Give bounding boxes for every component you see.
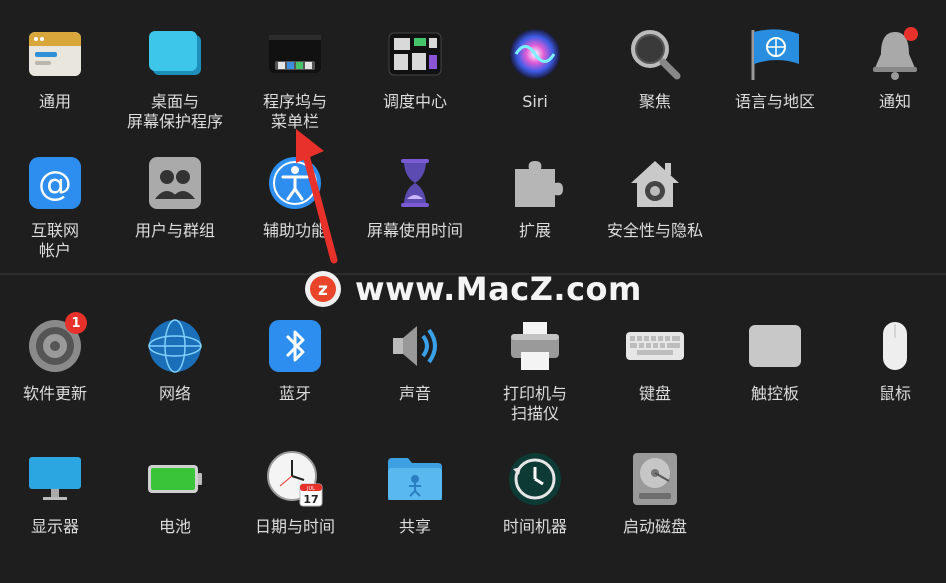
pane-label: 启动磁盘 xyxy=(622,517,687,536)
pane-label: 声音 xyxy=(398,384,431,403)
pane-label: 用户与群组 xyxy=(134,221,215,240)
date-time-icon: JUL 17 xyxy=(265,449,325,509)
sharing-icon xyxy=(385,449,445,509)
pane-label: 调度中心 xyxy=(382,92,447,111)
desktop-screensaver-icon xyxy=(145,24,205,84)
battery-icon xyxy=(145,449,205,509)
mouse-icon xyxy=(865,316,925,376)
pane-label: 时间机器 xyxy=(502,517,567,536)
watermark-text: www.MacZ.com xyxy=(355,270,642,308)
pane-label: 打印机与 扫描仪 xyxy=(502,384,567,423)
pane-displays[interactable]: 显示器 xyxy=(0,449,110,537)
pane-printers-scanners[interactable]: 打印机与 扫描仪 xyxy=(480,316,590,424)
screen-time-icon xyxy=(385,153,445,213)
software-update-icon: 1 xyxy=(25,312,87,376)
pane-startup-disk[interactable]: 启动磁盘 xyxy=(600,449,710,537)
pane-label: 网络 xyxy=(158,384,191,403)
pane-label: 鼠标 xyxy=(878,384,911,403)
pane-label: 触控板 xyxy=(750,384,799,403)
mission-control-icon xyxy=(385,24,445,84)
notifications-icon xyxy=(865,24,925,84)
pane-sharing[interactable]: 共享 xyxy=(360,449,470,537)
pane-trackpad[interactable]: 触控板 xyxy=(720,316,830,404)
internet-accounts-icon: @ xyxy=(25,153,85,213)
pane-label: 安全性与隐私 xyxy=(606,221,703,240)
update-count-badge: 1 xyxy=(65,312,87,334)
pane-general[interactable]: 通用 xyxy=(0,24,110,112)
watermark: z www.MacZ.com xyxy=(305,270,642,308)
pane-battery[interactable]: 电池 xyxy=(120,449,230,537)
pane-network[interactable]: 网络 xyxy=(120,316,230,404)
pane-security-privacy[interactable]: 安全性与隐私 xyxy=(600,153,710,241)
pane-label: 共享 xyxy=(398,517,431,536)
pane-siri[interactable]: Siri xyxy=(480,24,590,112)
pane-label: 桌面与 屏幕保护程序 xyxy=(126,92,223,131)
pane-label: 软件更新 xyxy=(22,384,87,403)
dock-menubar-icon xyxy=(265,24,325,84)
language-region-icon xyxy=(745,24,805,84)
time-machine-icon xyxy=(505,449,565,509)
pane-label: 键盘 xyxy=(638,384,671,403)
pane-screen-time[interactable]: 屏幕使用时间 xyxy=(360,153,470,241)
pane-date-time[interactable]: JUL 17 日期与时间 xyxy=(240,449,350,537)
pane-spotlight[interactable]: 聚焦 xyxy=(600,24,710,112)
pane-label: Siri xyxy=(522,92,548,111)
security-privacy-icon xyxy=(625,153,685,213)
bluetooth-icon xyxy=(265,316,325,376)
pane-mission-control[interactable]: 调度中心 xyxy=(360,24,470,112)
network-icon xyxy=(145,316,205,376)
pane-label: 互联网 帐户 xyxy=(30,221,79,260)
displays-icon xyxy=(25,449,85,509)
printers-scanners-icon xyxy=(505,316,565,376)
calendar-day: 17 xyxy=(303,493,318,506)
svg-text:@: @ xyxy=(38,164,72,204)
pane-label: 通知 xyxy=(878,92,911,111)
pane-label: 电池 xyxy=(158,517,191,536)
sound-icon xyxy=(385,316,445,376)
pane-software-update[interactable]: 1 软件更新 xyxy=(0,312,110,404)
pane-internet-accounts[interactable]: @ 互联网 帐户 xyxy=(0,153,110,261)
pane-sound[interactable]: 声音 xyxy=(360,316,470,404)
siri-icon xyxy=(505,24,565,84)
keyboard-icon xyxy=(625,316,685,376)
pane-label: 日期与时间 xyxy=(254,517,335,536)
pane-dock-menubar[interactable]: 程序坞与 菜单栏 xyxy=(240,24,350,132)
users-groups-icon xyxy=(145,153,205,213)
macz-logo-icon: z xyxy=(305,271,341,307)
pane-desktop-screensaver[interactable]: 桌面与 屏幕保护程序 xyxy=(120,24,230,132)
calendar-month: JUL xyxy=(306,486,315,492)
pane-label: 聚焦 xyxy=(638,92,671,111)
pane-mouse[interactable]: 鼠标 xyxy=(840,316,946,404)
pane-users-groups[interactable]: 用户与群组 xyxy=(120,153,230,241)
trackpad-icon xyxy=(745,316,805,376)
pane-keyboard[interactable]: 键盘 xyxy=(600,316,710,404)
pane-extensions[interactable]: 扩展 xyxy=(480,153,590,241)
pane-notifications[interactable]: 通知 xyxy=(840,24,946,112)
logo-letter: z xyxy=(318,280,328,300)
pane-bluetooth[interactable]: 蓝牙 xyxy=(240,316,350,404)
pane-label: 语言与地区 xyxy=(734,92,815,111)
pane-label: 通用 xyxy=(38,92,71,111)
pane-label: 显示器 xyxy=(30,517,79,536)
pane-time-machine[interactable]: 时间机器 xyxy=(480,449,590,537)
pane-label: 蓝牙 xyxy=(278,384,311,403)
pane-label: 屏幕使用时间 xyxy=(366,221,463,240)
red-arrow-icon xyxy=(296,129,338,264)
pane-language-region[interactable]: 语言与地区 xyxy=(720,24,830,112)
spotlight-icon xyxy=(625,24,685,84)
pane-label: 扩展 xyxy=(518,221,551,240)
startup-disk-icon xyxy=(625,449,685,509)
extensions-icon xyxy=(505,153,565,213)
general-icon xyxy=(25,24,85,84)
